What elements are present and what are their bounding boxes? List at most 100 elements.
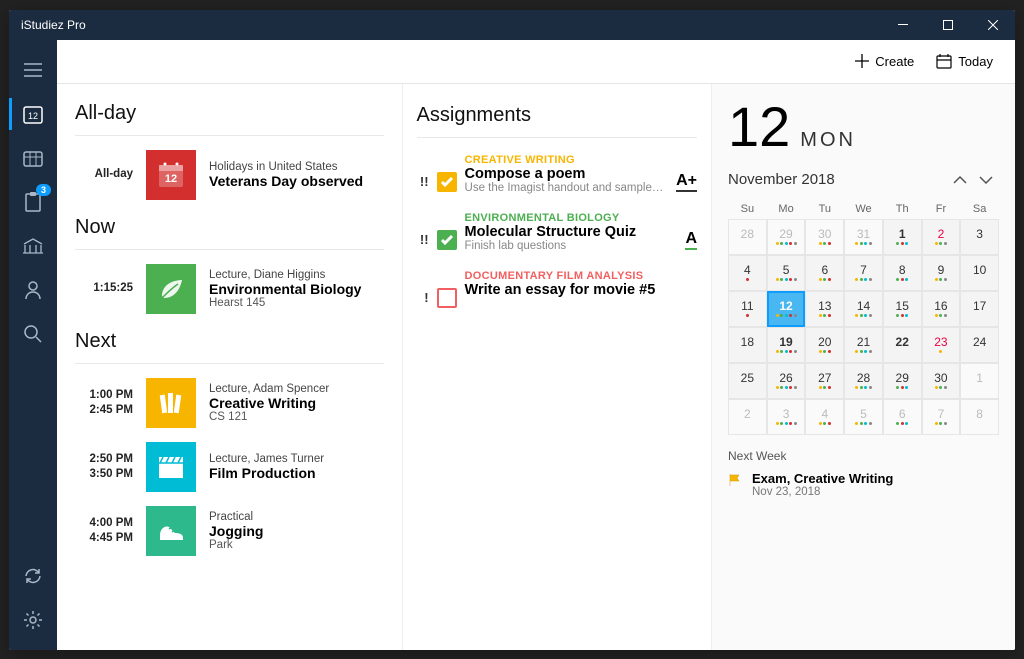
today-button[interactable]: Today: [936, 53, 993, 69]
big-date-weekday: MON: [800, 129, 856, 152]
calendar-cell[interactable]: 7: [844, 255, 883, 291]
calendar-cell[interactable]: 4: [728, 255, 767, 291]
calendar-cell[interactable]: 7: [922, 399, 961, 435]
assignments-column: Assignments !! CREATIVE WRITING Compose …: [402, 84, 711, 650]
nextweek-title: Next Week: [728, 449, 999, 463]
event-time: 4:00 PM4:45 PM: [75, 516, 133, 546]
calendar-cell[interactable]: 21: [844, 327, 883, 363]
assignment-checkbox[interactable]: [437, 230, 457, 250]
create-button[interactable]: Create: [855, 54, 914, 69]
institution-icon: [22, 237, 44, 255]
create-label: Create: [875, 54, 914, 69]
assignment-checkbox[interactable]: [437, 288, 457, 308]
assignment-grade: A+: [676, 172, 697, 193]
search-icon: [24, 325, 42, 343]
dow-header: Th: [883, 199, 922, 219]
calendar-cell[interactable]: 31: [844, 219, 883, 255]
sidebar-sync[interactable]: [9, 554, 57, 598]
calendar-cell[interactable]: 8: [883, 255, 922, 291]
calendar-cell[interactable]: 23: [922, 327, 961, 363]
calendar-cell[interactable]: 28: [728, 219, 767, 255]
nextweek-item[interactable]: Exam, Creative Writing Nov 23, 2018: [728, 471, 999, 498]
books-icon: [146, 378, 196, 428]
event-meta: Lecture, James Turner: [209, 453, 384, 465]
maximize-button[interactable]: [925, 10, 970, 40]
priority-indicator: !!: [417, 154, 429, 194]
calendar-cell[interactable]: 26: [767, 363, 806, 399]
event-row[interactable]: 2:50 PM3:50 PM Lecture, James Turner Fil…: [75, 438, 384, 502]
event-name: Creative Writing: [209, 395, 384, 411]
assignment-item[interactable]: !! CREATIVE WRITING Compose a poem Use t…: [417, 148, 697, 206]
sidebar-search[interactable]: [9, 312, 57, 356]
calendar-cell[interactable]: 27: [805, 363, 844, 399]
calendar-cell[interactable]: 20: [805, 327, 844, 363]
sidebar-hamburger[interactable]: [9, 48, 57, 92]
next-month-button[interactable]: [973, 167, 999, 193]
sidebar-assignments[interactable]: 3: [9, 180, 57, 224]
sidebar-settings[interactable]: [9, 598, 57, 642]
calendar-grid: SuMoTuWeThFrSa28293031123456789101112131…: [728, 199, 999, 435]
calendar-cell[interactable]: 6: [883, 399, 922, 435]
event-time: 1:00 PM2:45 PM: [75, 388, 133, 418]
app-window: iStudiez Pro 12 3 Create Today: [9, 10, 1015, 650]
calendar-cell[interactable]: 22: [883, 327, 922, 363]
calendar-cell[interactable]: 12: [767, 291, 806, 327]
calendar-cell[interactable]: 1: [960, 363, 999, 399]
calendar-cell[interactable]: 16: [922, 291, 961, 327]
sidebar-day[interactable]: 12: [9, 92, 57, 136]
assignment-item[interactable]: ! DOCUMENTARY FILM ANALYSIS Write an ess…: [417, 264, 697, 320]
calendar-cell[interactable]: 10: [960, 255, 999, 291]
calendar-cell[interactable]: 5: [767, 255, 806, 291]
event-name: Environmental Biology: [209, 281, 384, 297]
sidebar: 12 3: [9, 40, 57, 650]
event-name: Veterans Day observed: [209, 173, 384, 189]
calendar-cell[interactable]: 2: [922, 219, 961, 255]
calendar-cell[interactable]: 11: [728, 291, 767, 327]
calendar-cell[interactable]: 24: [960, 327, 999, 363]
sidebar-week[interactable]: [9, 136, 57, 180]
calendar-cell[interactable]: 8: [960, 399, 999, 435]
event-row[interactable]: All-day 12 Holidays in United States Vet…: [75, 146, 384, 210]
calendar-cell[interactable]: 18: [728, 327, 767, 363]
calendar-cell[interactable]: 17: [960, 291, 999, 327]
dow-header: Fr: [922, 199, 961, 219]
big-date-number: 12: [728, 94, 790, 159]
assignment-checkbox[interactable]: [437, 172, 457, 192]
calendar-cell[interactable]: 5: [844, 399, 883, 435]
event-time: 2:50 PM3:50 PM: [75, 452, 133, 482]
schedule-column: All-day All-day 12 Holidays in United St…: [57, 84, 402, 650]
calendar-cell[interactable]: 13: [805, 291, 844, 327]
person-icon: [24, 280, 42, 300]
calendar-cell[interactable]: 15: [883, 291, 922, 327]
calendar-cell[interactable]: 29: [767, 219, 806, 255]
calendar-cell[interactable]: 1: [883, 219, 922, 255]
calendar-cell[interactable]: 30: [805, 219, 844, 255]
event-row[interactable]: 1:00 PM2:45 PM Lecture, Adam Spencer Cre…: [75, 374, 384, 438]
calendar-cell[interactable]: 9: [922, 255, 961, 291]
calendar-cell[interactable]: 3: [960, 219, 999, 255]
calendar-cell[interactable]: 19: [767, 327, 806, 363]
event-row[interactable]: 1:15:25 Lecture, Diane Higgins Environme…: [75, 260, 384, 324]
assignment-item[interactable]: !! ENVIRONMENTAL BIOLOGY Molecular Struc…: [417, 206, 697, 264]
event-row[interactable]: 4:00 PM4:45 PM Practical Jogging Park: [75, 502, 384, 566]
calendar-cell[interactable]: 3: [767, 399, 806, 435]
calendar-cell[interactable]: 28: [844, 363, 883, 399]
calendar-flip-icon: [936, 53, 952, 69]
calendar-cell[interactable]: 6: [805, 255, 844, 291]
topbar: Create Today: [57, 40, 1015, 84]
sidebar-instructors[interactable]: [9, 268, 57, 312]
close-button[interactable]: [970, 10, 1015, 40]
calendar-cell[interactable]: 29: [883, 363, 922, 399]
prev-month-button[interactable]: [947, 167, 973, 193]
minimize-button[interactable]: [880, 10, 925, 40]
calendar-cell[interactable]: 30: [922, 363, 961, 399]
event-name: Film Production: [209, 465, 384, 481]
calendar-cell[interactable]: 25: [728, 363, 767, 399]
calendar-cell[interactable]: 14: [844, 291, 883, 327]
now-title: Now: [75, 216, 384, 239]
calendar-cell[interactable]: 4: [805, 399, 844, 435]
chevron-up-icon: [953, 176, 967, 184]
sidebar-planner[interactable]: [9, 224, 57, 268]
calendar-cell[interactable]: 2: [728, 399, 767, 435]
assignment-course: ENVIRONMENTAL BIOLOGY: [465, 212, 678, 224]
